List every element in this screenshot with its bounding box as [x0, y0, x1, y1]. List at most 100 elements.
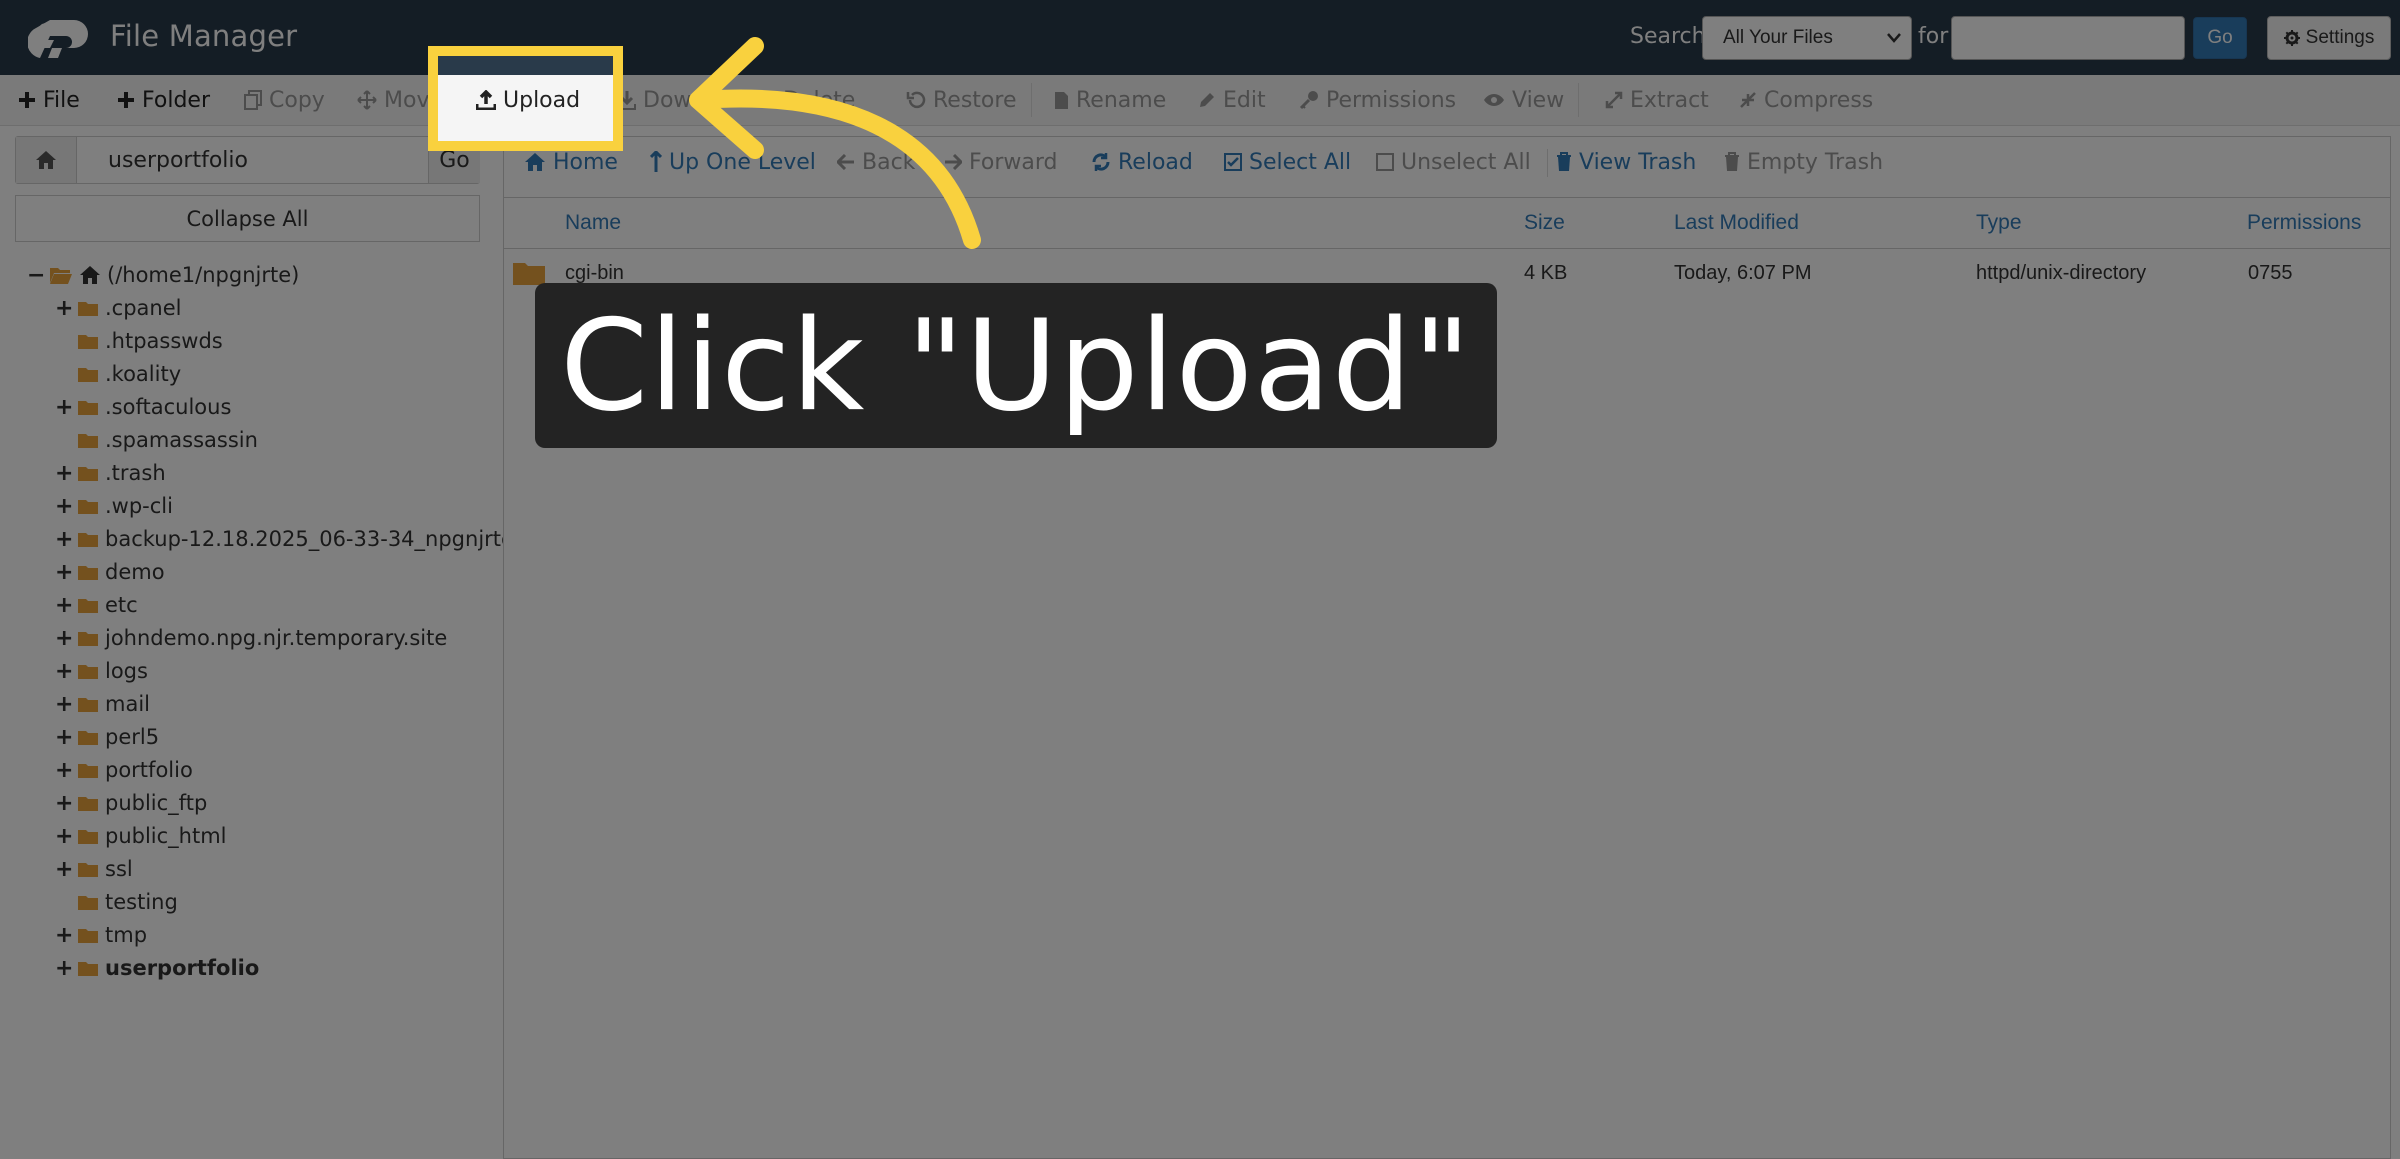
unselect-all-label: Unselect All: [1401, 149, 1531, 175]
expand-toggle-icon[interactable]: +: [55, 395, 73, 420]
expand-toggle-icon[interactable]: +: [55, 593, 73, 618]
expand-toggle-icon[interactable]: +: [55, 626, 73, 651]
edit-label: Edit: [1223, 87, 1266, 113]
compress-button[interactable]: Compress: [1739, 75, 1873, 125]
tree-item-label: .cpanel: [105, 296, 182, 320]
tree-item-label: .spamassassin: [105, 428, 258, 452]
settings-button[interactable]: Settings: [2267, 16, 2391, 60]
view-label: View: [1512, 87, 1565, 113]
tree-item[interactable]: + perl5: [55, 721, 159, 753]
folder-icon: [77, 432, 99, 449]
folder-icon: [77, 630, 99, 647]
checkbox-empty-icon: [1376, 153, 1394, 171]
folder-icon: [77, 960, 99, 977]
edit-button[interactable]: Edit: [1198, 75, 1266, 125]
tree-item[interactable]: .koality: [55, 358, 181, 390]
folder-icon: [77, 696, 99, 713]
view-button[interactable]: View: [1483, 75, 1564, 125]
tree-item-label: tmp: [105, 923, 148, 947]
unselect-all-button[interactable]: Unselect All: [1376, 137, 1531, 187]
empty-trash-button[interactable]: Empty Trash: [1724, 137, 1883, 187]
expand-toggle-icon[interactable]: +: [55, 824, 73, 849]
expand-toggle-icon[interactable]: +: [55, 725, 73, 750]
tree-item-label: .trash: [105, 461, 166, 485]
column-size-header[interactable]: Size: [1524, 198, 1565, 248]
permissions-label: Permissions: [1326, 87, 1457, 113]
gear-icon: [2283, 30, 2300, 46]
tree-item-label: userportfolio: [105, 956, 260, 980]
tree-item[interactable]: + backup-12.18.2025_06-33-34_npgnjrte: [55, 523, 514, 555]
tree-item-label: mail: [105, 692, 150, 716]
column-type-header[interactable]: Type: [1976, 198, 2022, 248]
trash-icon: [1724, 152, 1740, 172]
folder-icon: [77, 861, 99, 878]
key-icon: [1299, 90, 1319, 110]
expand-toggle-icon[interactable]: +: [55, 791, 73, 816]
tree-item-label: .wp-cli: [105, 494, 173, 518]
tree-item[interactable]: + mail: [55, 688, 150, 720]
tree-item[interactable]: + ssl: [55, 853, 133, 885]
search-input[interactable]: [1951, 16, 2185, 60]
folder-icon: [77, 564, 99, 581]
folder-icon: [77, 762, 99, 779]
tree-item-label: perl5: [105, 725, 160, 749]
folder-icon: [77, 828, 99, 845]
collapse-toggle-icon[interactable]: −: [27, 263, 45, 288]
search-scope-select[interactable]: All Your Files: [1702, 16, 1912, 60]
expand-toggle-icon[interactable]: +: [55, 923, 73, 948]
expand-toggle-icon[interactable]: +: [55, 659, 73, 684]
folder-icon: [77, 597, 99, 614]
settings-label: Settings: [2305, 27, 2375, 48]
folder-icon: [77, 300, 99, 317]
tree-root-item[interactable]: − (/home1/npgnjrte): [27, 259, 299, 291]
tree-item[interactable]: + public_ftp: [55, 787, 207, 819]
tree-item[interactable]: testing: [55, 886, 178, 918]
expand-toggle-icon[interactable]: +: [55, 461, 73, 486]
expand-toggle-icon[interactable]: +: [55, 296, 73, 321]
tree-item[interactable]: + portfolio: [55, 754, 193, 786]
tree-item[interactable]: + tmp: [55, 919, 147, 951]
tree-item[interactable]: + etc: [55, 589, 138, 621]
tree-item[interactable]: .spamassassin: [55, 424, 258, 456]
folder-icon: [77, 399, 99, 416]
column-permissions-header[interactable]: Permissions: [2247, 198, 2361, 248]
instruction-caption-text: Click "Upload": [560, 292, 1472, 439]
extract-button[interactable]: Extract: [1605, 75, 1709, 125]
tree-item-label: portfolio: [105, 758, 193, 782]
tree-item[interactable]: .htpasswds: [55, 325, 223, 357]
rename-button[interactable]: Rename: [1054, 75, 1166, 125]
file-size-cell: 4 KB: [1524, 261, 1568, 284]
view-trash-label: View Trash: [1579, 149, 1697, 175]
eye-icon: [1483, 93, 1505, 107]
expand-toggle-icon[interactable]: +: [55, 692, 73, 717]
tree-item[interactable]: + .trash: [55, 457, 166, 489]
trash-icon: [1556, 152, 1572, 172]
search-go-button[interactable]: Go: [2193, 17, 2247, 59]
reload-button[interactable]: Reload: [1091, 137, 1193, 187]
tree-item[interactable]: + userportfolio: [55, 952, 259, 984]
column-modified-header[interactable]: Last Modified: [1674, 198, 1799, 248]
tree-item[interactable]: + logs: [55, 655, 148, 687]
tree-item[interactable]: + public_html: [55, 820, 227, 852]
file-icon: [1054, 91, 1069, 110]
view-trash-button[interactable]: View Trash: [1556, 137, 1696, 187]
tree-item-label: etc: [105, 593, 138, 617]
tree-item[interactable]: + .softaculous: [55, 391, 231, 423]
folder-icon: [77, 465, 99, 482]
rename-label: Rename: [1076, 87, 1167, 113]
tree-item[interactable]: + .cpanel: [55, 292, 181, 324]
tree-item[interactable]: + .wp-cli: [55, 490, 173, 522]
expand-toggle-icon[interactable]: +: [55, 527, 73, 552]
permissions-button[interactable]: Permissions: [1299, 75, 1456, 125]
expand-toggle-icon[interactable]: +: [55, 494, 73, 519]
expand-toggle-icon[interactable]: +: [55, 956, 73, 981]
expand-toggle-icon[interactable]: +: [55, 758, 73, 783]
file-permissions-cell: 0755: [2248, 261, 2293, 284]
tree-item-label: johndemo.npg.njr.temporary.site: [105, 626, 448, 650]
tree-item[interactable]: + johndemo.npg.njr.temporary.site: [55, 622, 447, 654]
select-all-button[interactable]: Select All: [1224, 137, 1351, 187]
tree-item[interactable]: + demo: [55, 556, 165, 588]
chevron-down-icon: [1887, 33, 1901, 43]
expand-toggle-icon[interactable]: +: [55, 857, 73, 882]
expand-toggle-icon[interactable]: +: [55, 560, 73, 585]
